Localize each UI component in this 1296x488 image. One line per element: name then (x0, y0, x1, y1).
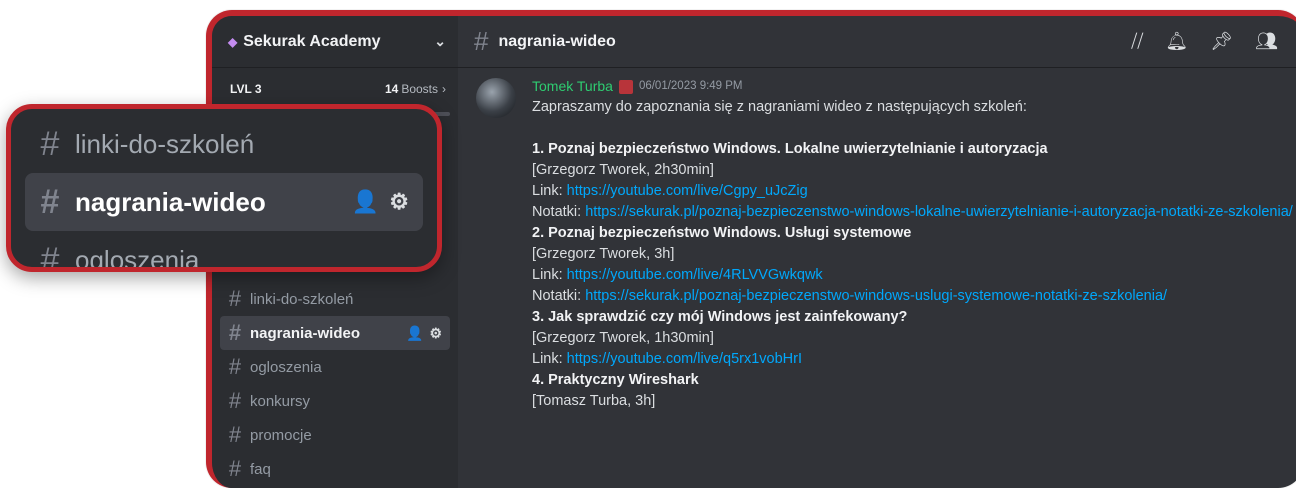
gear-icon[interactable]: ⚙ (429, 325, 442, 342)
channel-topbar: # nagrania-wideo ⧸⧸ 🔔︎ 📌︎ 👥︎ (458, 16, 1296, 68)
hash-icon: # (228, 354, 242, 379)
channel-title: nagrania-wideo (498, 32, 616, 50)
channel-label: linki-do-szkoleń (250, 290, 354, 308)
channel-linki-do-szkolen-zoom[interactable]: # linki-do-szkoleń (25, 115, 423, 173)
link-label: Link: (532, 267, 567, 283)
avatar[interactable] (476, 78, 516, 118)
channel-label: promocje (250, 426, 312, 444)
message-author[interactable]: Tomek Turba (532, 76, 613, 97)
channel-label: ogloszenia (75, 244, 200, 272)
channel-konkursy[interactable]: # konkursy (220, 384, 450, 418)
notes-label: Notatki: (532, 288, 586, 304)
hash-icon: # (228, 422, 242, 447)
boost-label: Boosts (401, 82, 438, 96)
course-title: 2. Poznaj bezpieczeństwo Windows. Usługi… (532, 225, 912, 241)
channel-faq[interactable]: # faq (220, 452, 450, 486)
link-label: Link: (532, 183, 567, 199)
threads-icon[interactable]: ⧸⧸ (1131, 31, 1143, 52)
server-boost-gem-icon: ◆ (228, 34, 238, 49)
course-meta: [Grzegorz Tworek, 3h] (532, 246, 675, 262)
chevron-down-icon[interactable]: ⌄ (434, 33, 446, 50)
video-link[interactable]: https://youtube.com/live/Cgpy_uJcZig (567, 183, 808, 199)
course-meta: [Grzegorz Tworek, 1h30min] (532, 330, 714, 346)
invite-user-icon[interactable]: 👤 (406, 325, 423, 342)
boost-count: 14 (384, 82, 399, 96)
message-timestamp: 06/01/2023 9:49 PM (638, 80, 743, 92)
notes-link[interactable]: https://sekurak.pl/poznaj-bezpieczenstwo… (585, 288, 1167, 304)
notes-label: Notatki: (532, 204, 586, 220)
server-header[interactable]: ◆ Sekurak Academy ⌄ (212, 16, 458, 68)
video-link[interactable]: https://youtube.com/live/q5rx1vobHrI (567, 351, 802, 367)
channel-label: ogloszenia (250, 358, 322, 376)
hash-icon: # (228, 388, 242, 413)
channel-linki-do-szkolen[interactable]: # linki-do-szkoleń (220, 282, 450, 316)
channel-label: nagrania-wideo (250, 324, 361, 342)
chat-message: Tomek Turba 06/01/2023 9:49 PM Zapraszam… (474, 76, 1294, 412)
hash-icon: # (228, 456, 242, 481)
notes-link[interactable]: https://sekurak.pl/poznaj-bezpieczenstwo… (585, 204, 1293, 220)
pin-icon[interactable]: 📌︎ (1210, 31, 1233, 52)
chevron-right-icon: › (442, 82, 446, 96)
role-badge-icon (618, 79, 633, 94)
channel-label: faq (250, 460, 271, 478)
bell-icon[interactable]: 🔔︎ (1165, 31, 1188, 52)
message-intro: Zapraszamy do zapoznania się z nagraniam… (532, 99, 1027, 115)
channel-nagrania-wideo-zoom[interactable]: # nagrania-wideo 👤 ⚙ (25, 173, 423, 231)
course-meta: [Grzegorz Tworek, 2h30min] (532, 162, 714, 178)
course-title: 1. Poznaj bezpieczeństwo Windows. Lokaln… (532, 141, 1048, 157)
members-icon[interactable]: 👥︎ (1255, 31, 1278, 52)
hash-icon: # (228, 320, 242, 345)
server-name: Sekurak Academy (243, 32, 381, 50)
channel-label: nagrania-wideo (75, 186, 266, 217)
channel-list: # linki-do-szkoleń # nagrania-wideo 👤 ⚙ … (220, 282, 450, 486)
zoom-callout: # linki-do-szkoleń # nagrania-wideo 👤 ⚙ … (6, 104, 442, 272)
channel-ogloszenia[interactable]: # ogloszenia (220, 350, 450, 384)
invite-user-icon[interactable]: 👤 (352, 189, 379, 215)
video-link[interactable]: https://youtube.com/live/4RLVVGwkqwk (567, 267, 823, 283)
channel-label: linki-do-szkoleń (75, 128, 255, 159)
main-chat-area: # nagrania-wideo ⧸⧸ 🔔︎ 📌︎ 👥︎ Tomek Turba… (458, 16, 1296, 488)
channel-ogloszenia-zoom[interactable]: # ogloszenia (25, 231, 423, 272)
hash-icon: # (40, 183, 60, 221)
channel-label: konkursy (250, 392, 311, 410)
hash-icon: # (228, 286, 242, 311)
course-meta: [Tomasz Turba, 3h] (532, 393, 656, 409)
channel-promocje[interactable]: # promocje (220, 418, 450, 452)
hash-icon: # (40, 125, 60, 163)
course-title: 4. Praktyczny Wireshark (532, 372, 699, 388)
link-label: Link: (532, 351, 567, 367)
server-level: LVL 3 (230, 82, 262, 96)
channel-nagrania-wideo[interactable]: # nagrania-wideo 👤 ⚙ (220, 316, 450, 350)
course-title: 3. Jak sprawdzić czy mój Windows jest za… (532, 309, 908, 325)
hash-icon: # (40, 241, 60, 272)
gear-icon[interactable]: ⚙ (389, 189, 409, 215)
hash-icon: # (474, 26, 489, 56)
